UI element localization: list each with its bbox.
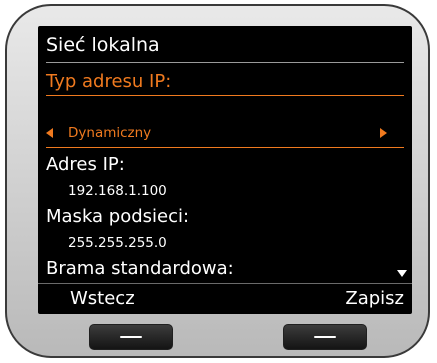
save-softkey-label[interactable]: Zapisz — [345, 288, 404, 310]
title-divider — [46, 62, 404, 63]
display-screen: Sieć lokalna Typ adresu IP: Dynamiczny A… — [38, 26, 412, 314]
triangle-left-icon[interactable] — [46, 128, 53, 138]
screen-title: Sieć lokalna — [46, 34, 160, 56]
subnet-mask-label: Maska podsieci: — [46, 206, 190, 227]
back-softkey-label[interactable]: Wstecz — [70, 288, 135, 310]
ip-type-label: Typ adresu IP: — [46, 71, 172, 92]
phone-device-frame: Sieć lokalna Typ adresu IP: Dynamiczny A… — [5, 4, 430, 358]
selection-bottom-line — [46, 147, 404, 148]
default-gateway-label: Brama standardowa: — [46, 258, 234, 279]
left-hardware-button[interactable] — [89, 324, 173, 350]
dash-icon — [120, 336, 142, 338]
dash-icon — [314, 336, 336, 338]
ip-type-value: Dynamiczny — [68, 125, 152, 141]
right-hardware-button[interactable] — [283, 324, 367, 350]
triangle-down-icon — [397, 270, 407, 277]
softkey-bar: Wstecz Zapisz — [38, 283, 412, 314]
selection-top-line — [46, 95, 404, 96]
triangle-right-icon[interactable] — [380, 128, 387, 138]
subnet-mask-value: 255.255.255.0 — [68, 235, 167, 251]
ip-address-label: Adres IP: — [46, 154, 125, 175]
ip-address-value: 192.168.1.100 — [68, 183, 167, 199]
